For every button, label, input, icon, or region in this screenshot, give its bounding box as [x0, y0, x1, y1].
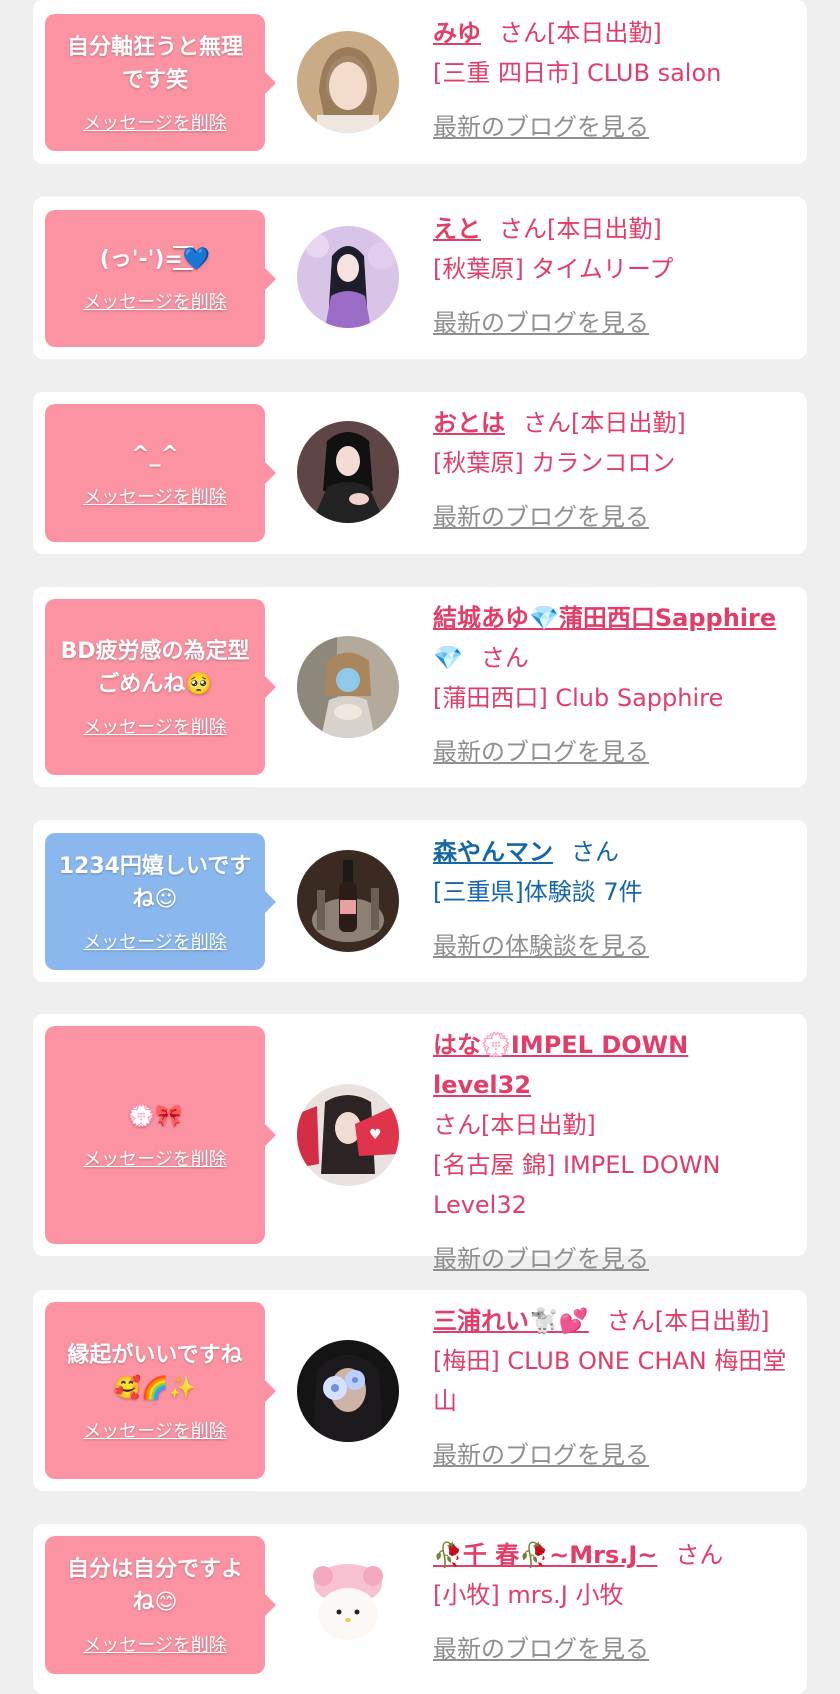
- cast-info: 🥀千 春🥀~Mrs.J~ さん [小牧] mrs.J 小牧 最新のブログを見る: [433, 1535, 791, 1669]
- cast-info: 森やんマン さん [三重県]体験談 7件 最新の体験談を見る: [433, 832, 791, 966]
- message-bubble: BD疲労感の為定型ごめんね🥺 メッセージを削除: [45, 599, 276, 775]
- avatar[interactable]: [297, 226, 399, 328]
- message-card: 自分は自分ですよね😊 メッセージを削除 🥀千 春🥀~Mrs.J~ さん [小牧] …: [33, 1524, 807, 1694]
- delete-message-link[interactable]: メッセージを削除: [83, 1145, 227, 1171]
- user-status: さん: [571, 838, 619, 866]
- message-bubble: 💮🎀 メッセージを削除: [45, 1026, 276, 1244]
- avatar[interactable]: [297, 1340, 399, 1442]
- cast-status: さん[本日出勤]: [606, 1307, 770, 1335]
- message-card: (っ'-')=͟͟͞͞💙 メッセージを削除 えと さん[本日出勤] [秋葉原] タ…: [33, 197, 807, 359]
- cast-info: 結城あゆ💎蒲田西口Sapphire 💎 さん [蒲田西口] Club Sapphi…: [433, 598, 791, 772]
- shop-info: [小牧] mrs.J 小牧: [433, 1581, 624, 1609]
- avatar[interactable]: [297, 421, 399, 523]
- message-bubble: 自分は自分ですよね😊 メッセージを削除: [45, 1536, 276, 1674]
- message-bubble: 1234円嬉しいですね☺ メッセージを削除: [45, 833, 276, 970]
- message-card: BD疲労感の為定型ごめんね🥺 メッセージを削除 結城あゆ💎蒲田西口Sapphir…: [33, 587, 807, 787]
- message-text: BD疲労感の為定型ごめんね🥺: [60, 639, 250, 697]
- blog-link[interactable]: 最新のブログを見る: [433, 1629, 649, 1669]
- cast-status: さん[本日出勤]: [499, 215, 662, 243]
- message-card: 自分軸狂うと無理です笑 メッセージを削除 みゆ さん[本日出勤] [三重 四日市]…: [33, 0, 807, 164]
- message-text: 1234円嬉しいですね☺: [58, 853, 252, 912]
- delete-message-link[interactable]: メッセージを削除: [83, 928, 227, 954]
- cast-name-link[interactable]: みゆ: [433, 19, 481, 47]
- cast-name-link[interactable]: 結城あゆ💎蒲田西口Sapphire: [433, 604, 776, 632]
- review-link[interactable]: 最新の体験談を見る: [433, 926, 649, 966]
- cast-status: さん: [480, 644, 529, 672]
- svg-text:♥: ♥: [369, 1127, 382, 1143]
- cast-info: はな💮IMPEL DOWN level32 さん[本日出勤] [名古屋 錦] I…: [433, 1025, 791, 1279]
- cast-info: 三浦れい🐩💕 さん[本日出勤] [梅田] CLUB ONE CHAN 梅田堂山 最…: [433, 1301, 791, 1475]
- delete-message-link[interactable]: メッセージを削除: [83, 109, 227, 135]
- cast-status: さん[本日出勤]: [499, 19, 662, 47]
- message-text: 💮🎀: [127, 1103, 183, 1129]
- cast-name-link[interactable]: 🥀千 春🥀~Mrs.J~: [433, 1541, 657, 1569]
- blog-link[interactable]: 最新のブログを見る: [433, 1435, 649, 1475]
- message-card: 💮🎀 メッセージを削除 ♥ はな💮IMPEL DOWN level32 さん[本…: [33, 1014, 807, 1273]
- avatar[interactable]: [297, 850, 399, 952]
- message-bubble: ^_^ メッセージを削除: [45, 404, 276, 542]
- message-bubble: (っ'-')=͟͟͞͞💙 メッセージを削除: [45, 210, 276, 347]
- message-text: ^_^: [131, 441, 179, 467]
- cast-info: えと さん[本日出勤] [秋葉原] タイムリープ 最新のブログを見る: [433, 209, 791, 343]
- blog-link[interactable]: 最新のブログを見る: [433, 107, 649, 147]
- shop-info: [秋葉原] タイムリープ: [433, 255, 674, 283]
- cast-status: さん[本日出勤]: [433, 1111, 596, 1139]
- message-bubble: 自分軸狂うと無理です笑 メッセージを削除: [45, 14, 276, 151]
- avatar[interactable]: [297, 636, 399, 738]
- shop-info: [名古屋 錦] IMPEL DOWN Level32: [433, 1151, 721, 1219]
- message-card: 縁起がいいですね🥰🌈✨ メッセージを削除 三浦れい🐩💕 さん[本日出勤] [梅田]…: [33, 1290, 807, 1491]
- avatar[interactable]: [297, 31, 399, 133]
- cast-name-link[interactable]: おとは: [433, 409, 505, 437]
- message-text: (っ'-')=͟͟͞͞💙: [99, 247, 211, 272]
- cast-name-link[interactable]: えと: [433, 215, 481, 243]
- message-card: 1234円嬉しいですね☺ メッセージを削除 森やんマン さん [三重県]体験談 7…: [33, 820, 807, 982]
- shop-info: [秋葉原] カランコロン: [433, 449, 676, 477]
- cast-status: さん: [675, 1541, 724, 1569]
- cast-info: おとは さん[本日出勤] [秋葉原] カランコロン 最新のブログを見る: [433, 403, 791, 537]
- message-text: 自分軸狂うと無理です笑: [66, 34, 243, 93]
- message-text: 縁起がいいですね🥰🌈✨: [67, 1342, 243, 1401]
- avatar[interactable]: [297, 1554, 399, 1656]
- cast-info: みゆ さん[本日出勤] [三重 四日市] CLUB salon 最新のブログを見る: [433, 13, 791, 147]
- review-info: [三重県]体験談 7件: [433, 878, 643, 906]
- message-card: ^_^ メッセージを削除 おとは さん[本日出勤] [秋葉原] カランコロン 最新…: [33, 392, 807, 554]
- shop-info: [梅田] CLUB ONE CHAN 梅田堂山: [433, 1347, 787, 1415]
- delete-message-link[interactable]: メッセージを削除: [83, 713, 227, 739]
- shop-info: [蒲田西口] Club Sapphire: [433, 684, 724, 712]
- blog-link[interactable]: 最新のブログを見る: [433, 303, 649, 343]
- cast-name-link[interactable]: はな💮IMPEL DOWN level32: [433, 1031, 688, 1099]
- message-text: 自分は自分ですよね😊: [66, 1557, 243, 1615]
- cast-status: さん[本日出勤]: [523, 409, 686, 437]
- shop-info: [三重 四日市] CLUB salon: [433, 59, 722, 87]
- user-name-link[interactable]: 森やんマン: [433, 838, 553, 866]
- cast-name-link[interactable]: 三浦れい🐩💕: [433, 1307, 589, 1335]
- blog-link[interactable]: 最新のブログを見る: [433, 497, 649, 537]
- delete-message-link[interactable]: メッセージを削除: [83, 1417, 227, 1443]
- blog-link[interactable]: 最新のブログを見る: [433, 732, 649, 772]
- blog-link[interactable]: 最新のブログを見る: [433, 1239, 649, 1279]
- delete-message-link[interactable]: メッセージを削除: [83, 1631, 227, 1657]
- delete-message-link[interactable]: メッセージを削除: [83, 483, 227, 509]
- name-tail: 💎: [433, 644, 463, 672]
- avatar[interactable]: ♥: [297, 1084, 399, 1186]
- delete-message-link[interactable]: メッセージを削除: [83, 288, 227, 314]
- message-bubble: 縁起がいいですね🥰🌈✨ メッセージを削除: [45, 1302, 276, 1479]
